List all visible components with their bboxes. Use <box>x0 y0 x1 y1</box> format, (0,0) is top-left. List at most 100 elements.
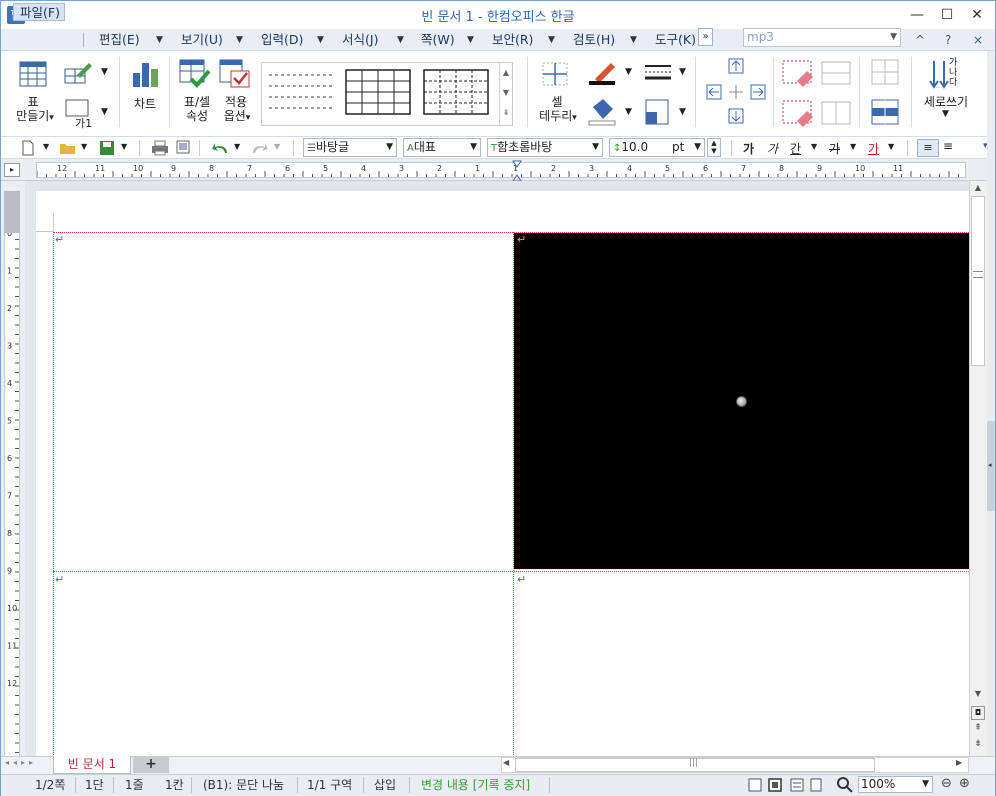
scroll-right-icon[interactable]: ▶ <box>956 758 962 767</box>
menu-insert[interactable]: 입력(D) <box>261 31 303 49</box>
table-style-grid[interactable] <box>345 69 413 117</box>
scroll-down-icon[interactable]: ▼ <box>971 689 985 701</box>
cell-shade-icon[interactable] <box>645 99 669 125</box>
merge-cols-icon[interactable] <box>821 101 851 125</box>
chevron-down-icon[interactable]: ▼ <box>679 67 686 77</box>
indent-marker-icon[interactable] <box>510 160 524 182</box>
menu-expand-button[interactable]: » <box>698 28 713 46</box>
align-left-icon[interactable]: ≡ <box>943 139 953 153</box>
zoom-out-icon[interactable]: ⊖ <box>941 776 952 791</box>
chevron-down-icon[interactable]: ▼ <box>850 142 856 151</box>
table-style-dashed[interactable] <box>267 69 339 119</box>
maximize-button[interactable]: ☐ <box>933 3 961 27</box>
align-justify-icon[interactable]: ≡ <box>917 139 939 157</box>
tab-nav-icons[interactable]: ◂◂▸▸ <box>5 758 37 767</box>
table-cell-a1[interactable] <box>53 232 513 571</box>
apply-options-label1[interactable]: 적용 <box>216 95 256 109</box>
status-page[interactable]: 1/2쪽 <box>35 777 65 793</box>
table-style-dotgrid[interactable] <box>423 69 491 117</box>
cell-border-label1[interactable]: 셀 <box>537 95 577 109</box>
chevron-down-icon[interactable]: ▼ <box>922 777 929 792</box>
add-tab-button[interactable]: + <box>133 757 169 773</box>
chevron-down-icon[interactable]: ▼ <box>101 107 108 117</box>
chevron-down-icon[interactable]: ▼ <box>236 31 243 49</box>
bar-chart-icon[interactable] <box>131 59 159 89</box>
font-select[interactable]: T함초롬바탕 ▼ <box>487 138 603 157</box>
ruler-toggle-button[interactable]: ▸ <box>4 163 20 177</box>
doc-close-button[interactable]: × <box>973 33 983 47</box>
chevron-down-icon[interactable]: ▼ <box>625 67 632 77</box>
style-select[interactable]: ☰바탕글 ▼ <box>303 138 397 157</box>
page-down-icon[interactable]: ⇟ <box>971 739 985 753</box>
menu-page[interactable]: 쪽(W) <box>421 31 455 49</box>
chevron-down-icon[interactable]: ▼ <box>811 142 817 151</box>
menu-format[interactable]: 서식(J) <box>342 31 378 49</box>
cell-border-label2[interactable]: 테두리▾ <box>533 109 583 125</box>
draw-table-pen-icon[interactable] <box>63 61 93 87</box>
table-props-label1[interactable]: 표/셀 <box>176 95 218 109</box>
chevron-down-icon[interactable]: ▼ <box>625 107 632 117</box>
chevron-down-icon[interactable]: ▼ <box>234 142 240 151</box>
view-mode-icons[interactable] <box>747 778 825 792</box>
scroll-up-icon[interactable]: ▲ <box>971 183 985 195</box>
zoom-magnifier-icon[interactable] <box>836 776 854 794</box>
sidebar-expand-icon[interactable]: ◂ <box>988 461 992 469</box>
erase-col-icon[interactable] <box>781 99 815 127</box>
split-cell-icon[interactable] <box>871 59 899 85</box>
table-cell-b2[interactable] <box>514 572 969 757</box>
chevron-down-icon[interactable]: ▼ <box>101 67 108 77</box>
page-up-icon[interactable]: ⇞ <box>971 723 985 737</box>
cell-border-icon[interactable] <box>541 61 571 87</box>
zoom-select[interactable]: 100% ▼ <box>858 776 933 793</box>
search-input[interactable]: mp3 ▼ <box>743 28 901 47</box>
erase-row-icon[interactable] <box>781 59 815 87</box>
chevron-down-icon[interactable]: ▼ <box>274 142 280 151</box>
merge-rows-icon[interactable] <box>821 61 851 85</box>
chevron-down-icon[interactable]: ▼ <box>470 139 477 156</box>
minimize-button[interactable]: — <box>903 3 931 27</box>
chevron-down-icon[interactable]: ▼ <box>548 31 555 49</box>
apply-options-label2[interactable]: 옵션▾ <box>214 109 260 125</box>
chevron-down-icon[interactable]: ▼ <box>888 142 894 151</box>
vertical-write-button[interactable]: 세로쓰기 <box>917 95 975 109</box>
scroll-thumb[interactable] <box>971 196 985 366</box>
status-track-changes[interactable]: 변경 내용 [기록 중지] <box>421 777 530 793</box>
zoom-in-icon[interactable]: ⊕ <box>959 776 970 791</box>
chevron-down-icon[interactable]: ▼ <box>890 29 897 46</box>
table-cell-a2[interactable] <box>53 572 513 757</box>
chevron-down-icon[interactable]: ▼ <box>317 31 324 49</box>
help-button[interactable]: ? <box>945 33 951 47</box>
table-make-label2[interactable]: 만들기▾ <box>11 109 59 125</box>
gallery-scroll[interactable]: ▲ ▼ ⇟ <box>499 63 512 125</box>
menu-file[interactable]: 파일(F) <box>13 3 65 21</box>
select-object-icon[interactable]: ◘ <box>971 706 985 720</box>
chevron-down-icon[interactable]: ▼ <box>156 31 163 49</box>
chevron-down-icon[interactable]: ▼ <box>397 31 404 49</box>
chevron-down-icon[interactable]: ▼ <box>694 139 701 156</box>
scroll-left-icon[interactable]: ◀ <box>503 758 509 767</box>
new-doc-icon[interactable] <box>21 140 35 156</box>
chevron-down-icon[interactable]: ▼ <box>942 109 949 119</box>
chevron-down-icon[interactable]: ▼ <box>679 107 686 117</box>
ribbon-collapse-button[interactable]: ^ <box>915 33 925 47</box>
language-select[interactable]: A대표 ▼ <box>403 138 481 157</box>
font-size-select[interactable]: ↕10.0 pt ▼ <box>609 138 705 157</box>
cell-height-equal-icon[interactable] <box>871 99 899 125</box>
status-insert-mode[interactable]: 삽입 <box>374 777 396 793</box>
menu-security[interactable]: 보안(R) <box>492 31 533 49</box>
chevron-down-icon[interactable]: ▼ <box>43 142 49 151</box>
chevron-down-icon[interactable]: ▼ <box>81 142 87 151</box>
table-make-label1[interactable]: 표 <box>13 95 53 109</box>
print-icon[interactable] <box>151 140 169 156</box>
save-icon[interactable] <box>99 140 115 156</box>
menu-edit[interactable]: 편집(E) <box>99 31 140 49</box>
strike-button[interactable]: 가 <box>829 140 840 157</box>
font-color-button[interactable]: 가 <box>868 140 879 157</box>
insert-rows-cols-icon[interactable] <box>705 57 767 127</box>
table-grid-icon[interactable] <box>19 61 47 87</box>
bold-button[interactable]: 가 <box>743 140 754 157</box>
paint-brush-icon[interactable] <box>587 59 617 87</box>
chart-button[interactable]: 차트 <box>125 97 165 111</box>
tab-document-1[interactable]: 빈 문서 1 <box>53 756 131 774</box>
close-button[interactable]: ✕ <box>963 3 991 27</box>
